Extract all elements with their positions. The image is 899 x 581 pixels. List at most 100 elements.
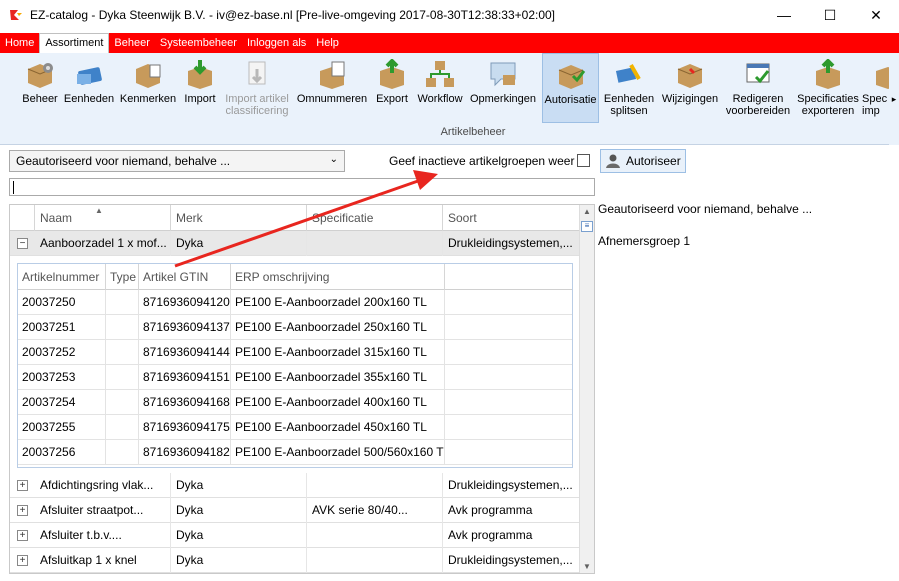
- scroll-up-icon[interactable]: ▲: [583, 207, 591, 216]
- ribbon-eenheden-button[interactable]: Eenheden: [63, 53, 115, 123]
- box-gear-icon: [27, 63, 53, 88]
- ribbon-beheer-button[interactable]: Beheer: [18, 53, 62, 123]
- table-row-expanded[interactable]: − Aanboorzadel 1 x mof... Dyka Drukleidi…: [10, 231, 580, 256]
- cell-soort: Avk programma: [448, 528, 533, 542]
- column-header-specificatie[interactable]: Specificatie: [307, 205, 443, 231]
- cell-artikelnummer: 20037254: [18, 390, 106, 415]
- ribbon-redigeren-voorbereiden-button[interactable]: Redigeren voorbereiden: [723, 53, 793, 123]
- ribbon-label: Kenmerken: [119, 93, 177, 105]
- text-caret: [13, 181, 14, 194]
- cell-gtin: 8716936094137: [139, 315, 231, 340]
- table-row[interactable]: 20037255 8716936094175 PE100 E-Aanboorzade…: [18, 415, 572, 440]
- ribbon-label: Beheer: [22, 93, 58, 105]
- ribbon-specificaties-exporteren-button[interactable]: Specificaties exporteren: [796, 53, 860, 123]
- column-header-naam[interactable]: ▲ Naam: [35, 205, 171, 231]
- cell-erp-omschrijving: PE100 E-Aanboorzadel 200x160 TL: [231, 290, 445, 315]
- menu-beheer[interactable]: Beheer: [109, 34, 154, 53]
- column-chooser-icon[interactable]: ≡: [581, 221, 593, 232]
- menu-assortiment[interactable]: Assortiment: [39, 33, 110, 53]
- grid-vertical-scrollbar[interactable]: ▲ ≡ ▼: [579, 205, 594, 573]
- table-row[interactable]: + Afdichtingsring vlak... Dyka Drukleidings…: [10, 473, 580, 498]
- autoriseer-button[interactable]: Autoriseer: [600, 149, 686, 173]
- changes-icon: [677, 64, 703, 88]
- column-header-erp-omschrijving[interactable]: ERP omschrijving: [231, 264, 445, 290]
- table-row[interactable]: 20037253 8716936094151 PE100 E-Aanboorzade…: [18, 365, 572, 390]
- menu-home[interactable]: Home: [0, 34, 39, 53]
- table-row[interactable]: 20037256 8716936094182 PE100 E-Aanboorzade…: [18, 440, 572, 465]
- export-icon: [380, 59, 404, 89]
- close-button[interactable]: ✕: [853, 0, 899, 30]
- cell-artikelnummer: 20037250: [18, 290, 106, 315]
- maximize-button[interactable]: ☐: [807, 0, 853, 30]
- ribbon-scroll-right-icon[interactable]: ▸: [889, 53, 899, 145]
- ribbon-import-button[interactable]: Import: [181, 53, 219, 123]
- column-header-soort[interactable]: Soort: [443, 205, 580, 231]
- expand-row-button[interactable]: +: [10, 523, 35, 548]
- split-units-icon: [615, 64, 641, 83]
- ribbon-export-button[interactable]: Export: [373, 53, 411, 123]
- ribbon-import-classificering-button[interactable]: Import artikel classificering: [222, 53, 292, 123]
- cell-type: [106, 440, 139, 465]
- cell-extra: [445, 440, 572, 465]
- expand-row-button[interactable]: +: [10, 498, 35, 523]
- export-specs-icon: [816, 59, 840, 89]
- ribbon-label: Eenheden: [63, 93, 115, 105]
- scroll-down-icon[interactable]: ▼: [583, 562, 591, 571]
- list-item[interactable]: Geautoriseerd voor niemand, behalve ...: [598, 201, 898, 221]
- menu-inloggen-als[interactable]: Inloggen als: [242, 34, 311, 53]
- table-row[interactable]: 20037252 8716936094144 PE100 E-Aanboorzade…: [18, 340, 572, 365]
- edit-prepare-icon: [746, 63, 770, 84]
- column-header-artikelnummer[interactable]: Artikelnummer: [18, 264, 106, 290]
- ribbon-specificaties-importeren-button[interactable]: Spec imp: [862, 53, 890, 123]
- cell-naam: Afdichtingsring vlak...: [35, 473, 171, 498]
- ribbon-omnummeren-button[interactable]: Omnummeren: [296, 53, 368, 123]
- ribbon-eenheden-splitsen-button[interactable]: Eenheden splitsen: [601, 53, 657, 123]
- collapse-row-button[interactable]: −: [10, 231, 35, 256]
- authorization-filter-dropdown[interactable]: Geautoriseerd voor niemand, behalve ... …: [9, 150, 345, 172]
- cell-naam: Afsluiter t.b.v....: [35, 523, 171, 548]
- ribbon-wijzigingen-button[interactable]: Wijzigingen: [658, 53, 722, 123]
- menu-help[interactable]: Help: [311, 34, 344, 53]
- articles-subgrid: Artikelnummer Type Artikel GTIN ERP omsc…: [17, 263, 573, 468]
- column-header-type[interactable]: Type: [106, 264, 139, 290]
- expand-column-header: [10, 205, 35, 231]
- ribbon-label: Export: [376, 93, 408, 105]
- cell-type: [106, 290, 139, 315]
- cell-erp-omschrijving: PE100 E-Aanboorzadel 450x160 TL: [231, 415, 445, 440]
- cell-type: [106, 340, 139, 365]
- renumber-icon: [320, 61, 345, 89]
- list-item[interactable]: Afnemersgroep 1: [598, 233, 898, 253]
- cell-extra: [445, 315, 572, 340]
- sort-ascending-icon: ▲: [95, 206, 103, 215]
- cell-extra: [445, 340, 572, 365]
- cell-type: [106, 390, 139, 415]
- minimize-button[interactable]: —: [761, 0, 807, 30]
- table-row[interactable]: + Afsluiter straatpot... Dyka AVK serie 80/…: [10, 498, 580, 523]
- menu-systeembeheer[interactable]: Systeembeheer: [155, 34, 242, 53]
- column-header-gtin[interactable]: Artikel GTIN: [139, 264, 231, 290]
- inactive-groups-checkbox[interactable]: [577, 154, 590, 167]
- cell-artikelnummer: 20037256: [18, 440, 106, 465]
- ribbon-workflow-button[interactable]: Workflow: [414, 53, 466, 123]
- search-input[interactable]: [9, 178, 595, 196]
- table-row[interactable]: 20037251 8716936094137 PE100 E-Aanboorzade…: [18, 315, 572, 340]
- cell-artikelnummer: 20037251: [18, 315, 106, 340]
- plus-icon: +: [17, 505, 28, 516]
- ribbon-label: Workflow: [417, 93, 463, 105]
- expand-row-button[interactable]: +: [10, 473, 35, 498]
- cell-type: [106, 415, 139, 440]
- cell-gtin: 8716936094151: [139, 365, 231, 390]
- cell-artikelnummer: 20037253: [18, 365, 106, 390]
- table-row[interactable]: 20037250 8716936094120 PE100 E-Aanboorzade…: [18, 290, 572, 315]
- ribbon-kenmerken-button[interactable]: Kenmerken: [118, 53, 178, 123]
- ribbon-opmerkingen-button[interactable]: Opmerkingen: [468, 53, 538, 123]
- table-row[interactable]: + Afsluitkap 1 x knel Dyka Drukleidingsyste…: [10, 548, 580, 573]
- column-header-merk[interactable]: Merk: [171, 205, 307, 231]
- plus-icon: +: [17, 530, 28, 541]
- cell-soort: Drukleidingsystemen,...: [448, 236, 573, 250]
- cell-merk: Dyka: [171, 231, 307, 256]
- expand-row-button[interactable]: +: [10, 548, 35, 573]
- table-row[interactable]: + Afsluiter t.b.v.... Dyka Avk programma: [10, 523, 580, 548]
- ribbon-autorisatie-button[interactable]: Autorisatie: [542, 53, 599, 123]
- table-row[interactable]: 20037254 8716936094168 PE100 E-Aanboorzade…: [18, 390, 572, 415]
